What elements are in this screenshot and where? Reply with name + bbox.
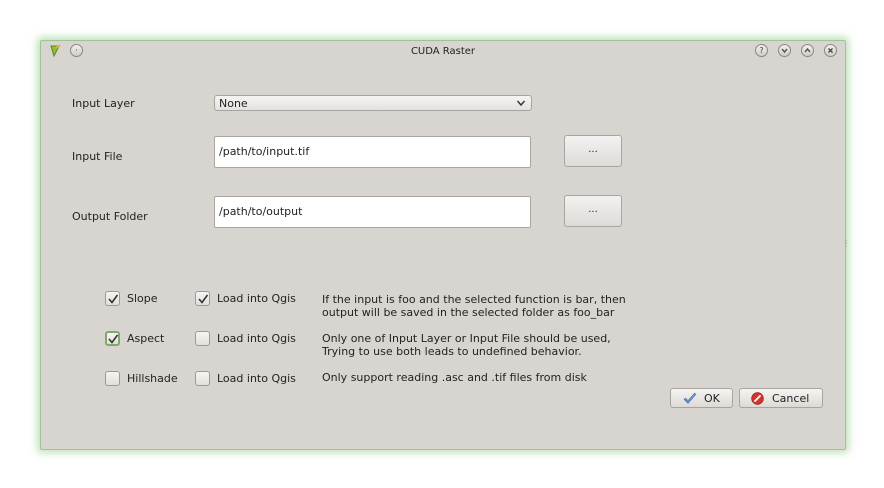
- output-folder-field[interactable]: [214, 196, 531, 228]
- hillshade-load-checkbox[interactable]: [195, 371, 210, 386]
- minimize-button[interactable]: [778, 44, 791, 57]
- aspect-load-label: Load into Qgis: [217, 332, 296, 345]
- checkmark-icon: [198, 294, 209, 304]
- hillshade-label: Hillshade: [127, 372, 178, 385]
- input-file-input[interactable]: [219, 145, 519, 158]
- description-line: Only one of Input Layer or Input File sh…: [322, 332, 611, 345]
- description-line: If the input is foo and the selected fun…: [322, 293, 626, 306]
- aspect-label: Aspect: [127, 332, 165, 345]
- cancel-button[interactable]: Cancel: [739, 388, 823, 408]
- ok-label: OK: [704, 392, 720, 405]
- maximize-button[interactable]: [801, 44, 814, 57]
- aspect-checkbox[interactable]: [105, 331, 120, 346]
- aspect-description: Only one of Input Layer or Input File sh…: [322, 332, 611, 358]
- hillshade-description: Only support reading .asc and .tif files…: [322, 371, 587, 384]
- checkmark-icon: [683, 392, 697, 404]
- aspect-load-checkbox[interactable]: [195, 331, 210, 346]
- input-layer-value: None: [219, 97, 248, 110]
- description-line: output will be saved in the selected fol…: [322, 306, 615, 319]
- close-icon: [828, 48, 833, 53]
- close-button[interactable]: [824, 44, 837, 57]
- input-file-field[interactable]: [214, 136, 531, 168]
- input-layer-select[interactable]: None: [214, 95, 532, 111]
- ok-button[interactable]: OK: [670, 388, 733, 408]
- chevron-down-icon: [781, 48, 788, 54]
- cancel-icon: [751, 392, 764, 405]
- input-file-browse-button[interactable]: ...: [564, 135, 622, 167]
- slope-description: If the input is foo and the selected fun…: [322, 293, 626, 319]
- input-layer-label: Input Layer: [72, 97, 135, 110]
- output-folder-input[interactable]: [219, 205, 519, 218]
- hillshade-load-label: Load into Qgis: [217, 372, 296, 385]
- slope-checkbox[interactable]: [105, 291, 120, 306]
- slope-label: Slope: [127, 292, 158, 305]
- cuda-raster-dialog: · CUDA Raster ? Input Layer None Input F…: [40, 40, 850, 450]
- description-line: Only support reading .asc and .tif files…: [322, 371, 587, 384]
- resize-grip[interactable]: ⋮: [842, 239, 850, 248]
- slope-load-checkbox[interactable]: [195, 291, 210, 306]
- description-line: Trying to use both leads to undefined be…: [322, 345, 582, 358]
- title-bar[interactable]: · CUDA Raster ?: [41, 41, 845, 63]
- checkmark-icon: [108, 294, 119, 304]
- input-file-label: Input File: [72, 150, 123, 163]
- output-folder-label: Output Folder: [72, 210, 148, 223]
- chevron-down-icon: [516, 100, 526, 107]
- output-folder-browse-button[interactable]: ...: [564, 195, 622, 227]
- chevron-up-icon: [804, 47, 811, 53]
- help-button[interactable]: ?: [755, 44, 768, 57]
- hillshade-checkbox[interactable]: [105, 371, 120, 386]
- checkmark-icon: [108, 334, 119, 344]
- cancel-label: Cancel: [772, 392, 810, 405]
- slope-load-label: Load into Qgis: [217, 292, 296, 305]
- window-title: CUDA Raster: [410, 46, 476, 57]
